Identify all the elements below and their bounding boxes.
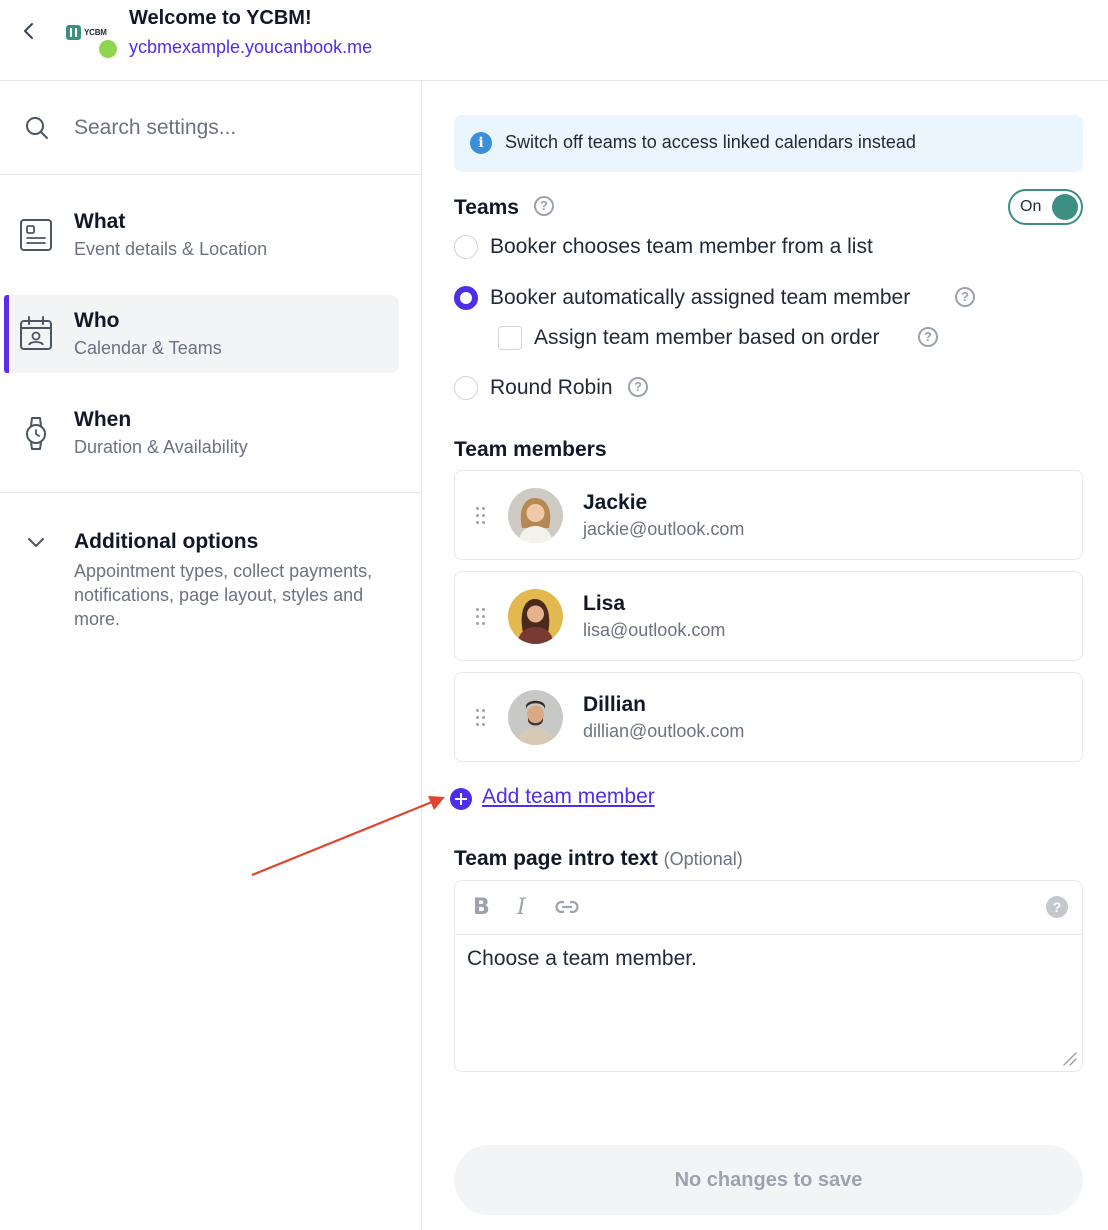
- logo-text: YCBM: [84, 27, 107, 37]
- sidebar-item-what[interactable]: What Event details & Location: [4, 196, 399, 274]
- calendar-user-icon: [20, 316, 52, 350]
- info-banner-text: Switch off teams to access linked calend…: [505, 132, 916, 152]
- sidebar-item-title: What: [74, 210, 126, 233]
- avatar: [508, 488, 563, 543]
- teams-help-icon[interactable]: ?: [534, 196, 554, 216]
- bold-icon[interactable]: B: [473, 895, 490, 920]
- toggle-knob: [1052, 194, 1078, 220]
- option-label: Booker automatically assigned team membe…: [490, 286, 911, 309]
- chevron-down-icon: [28, 538, 44, 547]
- main-content: i Switch off teams to access linked cale…: [422, 81, 1108, 1230]
- ycbm-logo-icon: [66, 24, 81, 40]
- option-label: Round Robin: [490, 376, 613, 399]
- round-robin-help-icon[interactable]: ?: [628, 377, 648, 397]
- member-name: Lisa: [583, 592, 626, 615]
- save-button[interactable]: No changes to save: [454, 1145, 1083, 1215]
- add-team-member-link[interactable]: Add team member: [482, 785, 655, 809]
- member-name: Dillian: [583, 693, 647, 716]
- avatar: [508, 690, 563, 745]
- page-title: Welcome to YCBM!: [129, 7, 312, 29]
- checkbox-order-based[interactable]: [498, 326, 522, 350]
- resize-handle-icon[interactable]: [1058, 1047, 1078, 1067]
- sidebar-item-when[interactable]: When Duration & Availability: [4, 394, 399, 472]
- status-dot: [99, 40, 117, 58]
- additional-options-toggle[interactable]: Additional options Appointment types, co…: [0, 517, 421, 637]
- settings-sidebar: What Event details & Location Who Calend…: [0, 81, 422, 1230]
- team-members-label: Team members: [454, 438, 607, 461]
- app-header: YCBM Welcome to YCBM! ycbmexample.youcan…: [0, 0, 1108, 81]
- intro-text-label: Team page intro text (Optional): [454, 847, 743, 871]
- team-member-card: Jackie jackie@outlook.com: [454, 470, 1083, 560]
- sidebar-divider: [0, 492, 421, 493]
- member-email: dillian@outlook.com: [583, 721, 745, 741]
- option-label: Booker chooses team member from a list: [490, 235, 873, 258]
- drag-handle-icon[interactable]: [476, 709, 486, 727]
- team-member-card: Dillian dillian@outlook.com: [454, 672, 1083, 762]
- sidebar-item-subtitle: Duration & Availability: [74, 437, 248, 457]
- back-arrow-icon[interactable]: [18, 20, 40, 42]
- intro-text-editor: B I ? Choose a team member.: [454, 880, 1083, 1072]
- watch-icon: [26, 417, 46, 450]
- search-bar: [0, 81, 421, 175]
- link-icon[interactable]: [555, 897, 579, 917]
- search-icon: [26, 117, 48, 139]
- drag-handle-icon[interactable]: [476, 507, 486, 525]
- additional-options-title: Additional options: [74, 530, 259, 553]
- intro-text-title: Team page intro text: [454, 847, 658, 870]
- sidebar-item-subtitle: Calendar & Teams: [74, 338, 222, 358]
- auto-assign-help-icon[interactable]: ?: [955, 287, 975, 307]
- team-member-card: Lisa lisa@outlook.com: [454, 571, 1083, 661]
- toggle-label: On: [1020, 198, 1042, 215]
- member-name: Jackie: [583, 491, 648, 514]
- teams-label: Teams: [454, 196, 519, 219]
- info-banner: i Switch off teams to access linked cale…: [454, 115, 1083, 172]
- radio-round-robin[interactable]: [454, 376, 478, 400]
- sidebar-item-title: When: [74, 408, 132, 431]
- add-member-plus-icon[interactable]: [450, 788, 472, 810]
- radio-auto-assigned[interactable]: [454, 286, 478, 310]
- member-email: lisa@outlook.com: [583, 620, 726, 640]
- document-icon: [20, 219, 52, 251]
- ycbm-logo: YCBM: [66, 23, 118, 41]
- info-icon: i: [470, 132, 492, 154]
- option-label: Assign team member based on order: [534, 326, 880, 349]
- sidebar-item-title: Who: [74, 309, 120, 332]
- order-help-icon[interactable]: ?: [918, 327, 938, 347]
- intro-text-content[interactable]: Choose a team member.: [467, 947, 697, 971]
- italic-icon[interactable]: I: [517, 895, 526, 920]
- optional-tag: (Optional): [663, 849, 743, 869]
- search-settings-input[interactable]: [74, 111, 394, 145]
- teams-toggle[interactable]: On: [1008, 189, 1083, 225]
- avatar: [508, 589, 563, 644]
- member-email: jackie@outlook.com: [583, 519, 745, 539]
- editor-toolbar: B I ?: [455, 881, 1082, 935]
- additional-options-description: Appointment types, collect payments, not…: [74, 561, 373, 629]
- drag-handle-icon[interactable]: [476, 608, 486, 626]
- sidebar-item-who[interactable]: Who Calendar & Teams: [4, 295, 399, 373]
- booking-page-link[interactable]: ycbmexample.youcanbook.me: [129, 37, 372, 58]
- sidebar-item-subtitle: Event details & Location: [74, 239, 268, 259]
- radio-choose-from-list[interactable]: [454, 235, 478, 259]
- editor-help-icon[interactable]: ?: [1046, 896, 1068, 918]
